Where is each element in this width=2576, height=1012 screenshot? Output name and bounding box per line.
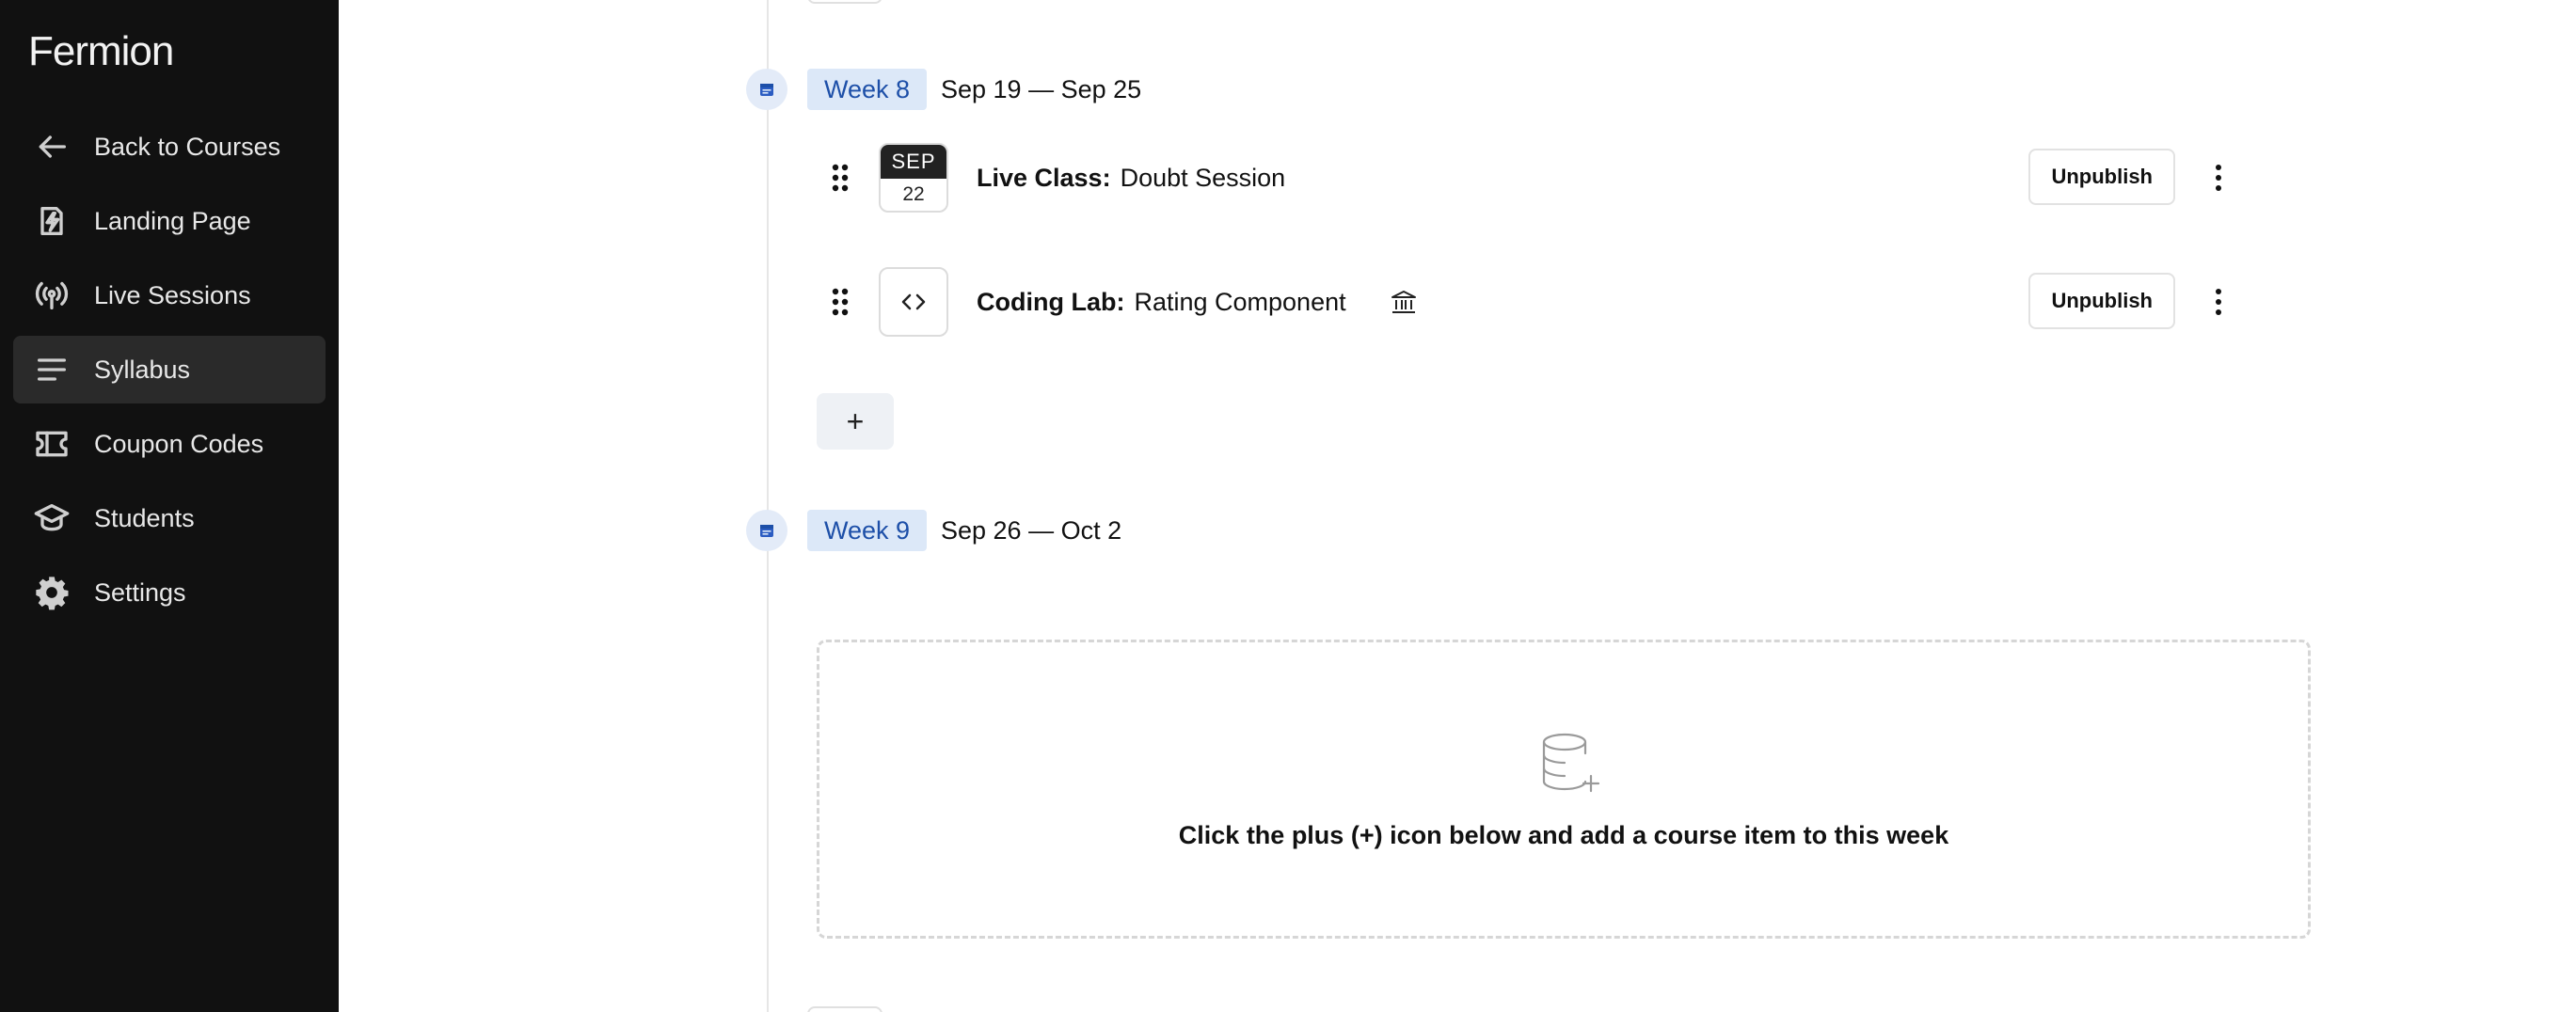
sidebar-item-label: Settings — [94, 577, 186, 607]
drag-handle-icon[interactable] — [826, 159, 854, 197]
drag-handle-icon[interactable] — [826, 283, 854, 321]
timeline-line — [767, 0, 769, 1012]
week-9-range: Sep 26 — Oct 2 — [941, 515, 1122, 545]
sidebar-item-label: Live Sessions — [94, 280, 251, 309]
week-8-badge: Week 8 — [807, 69, 928, 110]
unpublish-button[interactable]: Unpublish — [2028, 149, 2175, 205]
sidebar-item-coupon-codes[interactable]: Coupon Codes — [13, 410, 326, 478]
sidebar-nav: Back to Courses Landing Page Live Sessio… — [13, 113, 326, 633]
broadcast-icon — [30, 274, 73, 317]
empty-week-placeholder: Click the plus (+) icon below and add a … — [817, 640, 2311, 939]
list-lines-icon — [30, 348, 73, 391]
more-options-icon[interactable] — [2200, 282, 2237, 322]
sidebar-item-label: Landing Page — [94, 206, 251, 235]
date-month: SEP — [881, 145, 946, 179]
arrow-left-icon — [30, 125, 73, 168]
database-plus-icon — [1536, 729, 1602, 795]
sidebar-item-landing-page[interactable]: Landing Page — [13, 187, 326, 255]
sidebar: Fermion Back to Courses Landing Page Liv… — [0, 0, 339, 1012]
graduation-cap-icon — [30, 497, 73, 540]
sidebar-item-students[interactable]: Students — [13, 484, 326, 552]
sidebar-item-syllabus[interactable]: Syllabus — [13, 336, 326, 403]
sidebar-item-label: Syllabus — [94, 355, 191, 384]
bank-icon — [1388, 286, 1420, 318]
unpublish-button[interactable]: Unpublish — [2028, 273, 2175, 329]
calendar-icon — [746, 69, 787, 110]
course-item-title[interactable]: Coding Lab: Rating Component — [977, 288, 1346, 317]
sidebar-item-label: Students — [94, 503, 195, 532]
add-course-item-button[interactable]: + — [817, 393, 894, 450]
week-8-range: Sep 19 — Sep 25 — [941, 74, 1142, 103]
date-badge: SEP 22 — [879, 143, 948, 213]
previous-item-stub — [807, 0, 883, 4]
gear-icon — [30, 571, 73, 614]
course-item-type: Live Class: — [977, 163, 1111, 192]
sidebar-item-live-sessions[interactable]: Live Sessions — [13, 261, 326, 329]
sidebar-item-label: Back to Courses — [94, 132, 281, 161]
empty-week-message: Click the plus (+) icon below and add a … — [1178, 821, 1949, 849]
course-item-row[interactable]: SEP 22 Live Class: Doubt Session Unpubli… — [819, 143, 2286, 213]
ticket-icon — [30, 422, 73, 466]
course-item-title[interactable]: Live Class: Doubt Session — [977, 164, 1285, 193]
app-logo: Fermion — [28, 28, 174, 74]
course-item-name: Rating Component — [1134, 287, 1346, 316]
sidebar-item-back-to-courses[interactable]: Back to Courses — [13, 113, 326, 181]
more-options-icon[interactable] — [2200, 158, 2237, 198]
week-9-badge: Week 9 — [807, 510, 928, 551]
date-day: 22 — [902, 183, 925, 205]
sidebar-item-settings[interactable]: Settings — [13, 559, 326, 626]
next-item-stub — [807, 1006, 883, 1012]
lightning-page-icon — [30, 199, 73, 243]
course-item-name: Doubt Session — [1120, 163, 1286, 192]
course-item-type: Coding Lab: — [977, 287, 1125, 316]
calendar-icon — [746, 510, 787, 551]
course-item-row[interactable]: Coding Lab: Rating Component Unpublish — [819, 267, 2286, 337]
sidebar-item-label: Coupon Codes — [94, 429, 264, 458]
code-brackets-icon — [879, 267, 948, 337]
